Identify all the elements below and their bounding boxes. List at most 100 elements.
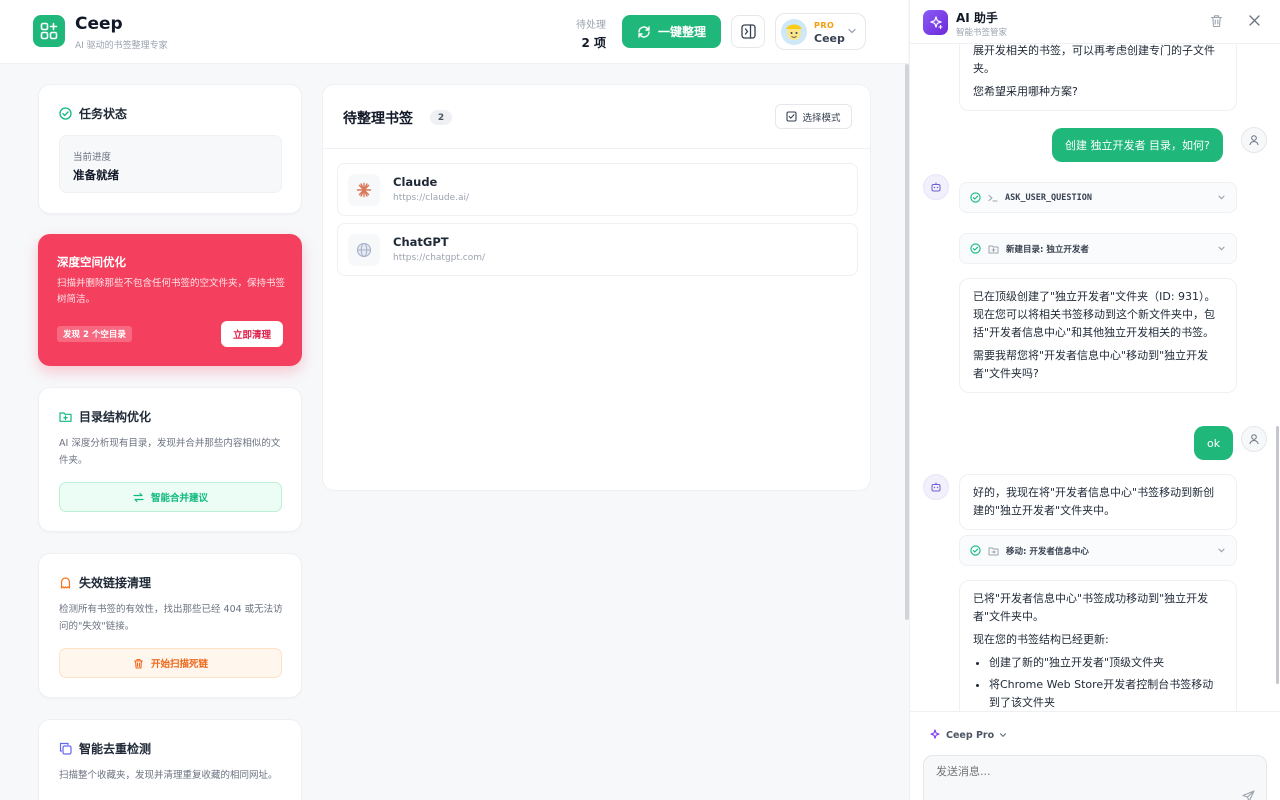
bot-avatar [923, 174, 949, 200]
pending-bookmarks-panel: 待整理书签 2 选择模式 Claude https://claude.ai/ C… [322, 84, 871, 491]
app-name: Ceep [75, 14, 123, 34]
check-circle-icon [970, 545, 981, 556]
globe-favicon [348, 234, 380, 266]
check-circle-icon [59, 107, 72, 120]
model-selector[interactable]: Ceep Pro [929, 729, 1007, 741]
pro-badge: PRO [814, 21, 835, 30]
user-avatar [1241, 426, 1267, 452]
pending-label: 待处理 [576, 20, 606, 31]
dedupe-desc: 扫描整个收藏夹，发现并清理重复收藏的相同网址。 [59, 770, 278, 781]
profile-avatar [781, 19, 807, 45]
user-avatar [1241, 127, 1267, 153]
select-mode-button[interactable]: 选择模式 [775, 104, 852, 129]
assistant-message: 已在顶级创建了"独立开发者"文件夹（ID: 931）。现在您可以将相关书签移动到… [959, 278, 1237, 393]
chat-title: AI 助手 [956, 11, 998, 25]
dedupe-card: 智能去重检测 扫描整个收藏夹，发现并清理重复收藏的相同网址。 [38, 719, 302, 800]
bookmark-item[interactable]: ChatGPT https://chatgpt.com/ [337, 223, 858, 276]
app-logo [33, 15, 65, 47]
globe-icon [356, 242, 372, 258]
bookmark-item[interactable]: Claude https://claude.ai/ [337, 163, 858, 216]
toggle-sidebar-button[interactable] [731, 15, 765, 48]
user-message: ok [1194, 426, 1234, 460]
chat-messages: 展开发相关的书签，可以再考虑创建专门的子文件夹。 您希望采用哪种方案? 创建 独… [910, 44, 1280, 711]
terminal-icon [988, 194, 998, 202]
avatar-face-icon [786, 24, 802, 40]
clean-now-button[interactable]: 立即清理 [221, 321, 283, 347]
bot-avatar [923, 474, 949, 500]
bookmark-url: https://chatgpt.com/ [393, 253, 486, 263]
organize-button[interactable]: 一键整理 [622, 15, 721, 48]
scan-dead-links-button[interactable]: 开始扫描死链 [59, 648, 282, 678]
structure-title: 目录结构优化 [59, 408, 151, 425]
chevron-down-icon [1218, 246, 1225, 251]
chat-subtitle: 智能书签管家 [956, 28, 1008, 38]
merge-suggest-button[interactable]: 智能合并建议 [59, 482, 282, 512]
pending-bookmarks-title: 待整理书签 [343, 111, 413, 127]
assistant-message: 好的，我现在将"开发者信息中心"书签移动到新创建的"独立开发者"文件夹中。 [959, 474, 1237, 530]
trash-icon[interactable] [1210, 14, 1223, 28]
refresh-icon [638, 25, 650, 38]
grid-plus-icon [40, 22, 58, 40]
ai-logo [923, 10, 948, 35]
tool-call-create-folder[interactable]: 新建目录: 独立开发者 [959, 233, 1237, 264]
progress-label: 当前进度 [73, 152, 112, 163]
chevron-down-icon [1218, 548, 1225, 553]
chat-footer: Ceep Pro [910, 711, 1280, 800]
chevron-down-icon [1000, 733, 1007, 738]
claude-starburst-icon [356, 182, 372, 198]
message-input[interactable] [936, 765, 1236, 778]
pending-summary: 待处理 2 项 [560, 16, 606, 51]
copy-icon [59, 742, 72, 755]
folder-plus-icon [988, 245, 999, 253]
app-subtitle: AI 驱动的书签整理专家 [75, 41, 168, 51]
profile-name: Ceep [814, 32, 845, 45]
check-circle-icon [970, 192, 981, 203]
structure-desc: AI 深度分析现有目录，发现并合并那些内容相似的文件夹。 [59, 438, 281, 466]
profile-menu[interactable]: PRO Ceep [775, 13, 866, 50]
progress-box: 当前进度 准备就绪 [59, 135, 282, 193]
ghost-icon [60, 577, 71, 589]
robot-icon [931, 482, 941, 492]
sparkles-icon [930, 729, 940, 739]
trash-icon [133, 658, 144, 669]
dedupe-title: 智能去重检测 [59, 740, 151, 757]
tool-call-move-bookmark[interactable]: 移动: 开发者信息中心 [959, 535, 1237, 566]
bookmark-name: Claude [393, 175, 438, 189]
chat-scrollbar[interactable] [1276, 426, 1279, 684]
user-message: 创建 独立开发者 目录，如何? [1052, 128, 1223, 162]
folder-plus-icon [59, 412, 72, 422]
progress-value: 准备就绪 [73, 168, 119, 182]
pending-bookmarks-header: 待整理书签 2 选择模式 [323, 85, 870, 149]
chevron-down-icon [848, 28, 856, 34]
assistant-message: 展开发相关的书签，可以再考虑创建专门的子文件夹。 您希望采用哪种方案? [959, 44, 1237, 111]
assistant-message: 已将"开发者信息中心"书签成功移动到"独立开发者"文件夹中。 现在您的书签结构已… [959, 580, 1237, 711]
close-icon[interactable] [1248, 14, 1261, 27]
user-icon [1249, 434, 1259, 445]
tool-call-ask-user[interactable]: ASK_USER_QUESTION [959, 182, 1237, 213]
deep-clean-card: 深度空间优化 扫描并删除那些不包含任何书签的空文件夹，保持书签树简洁。 发现 2… [38, 234, 302, 366]
empty-folder-badge: 发现 2 个空目录 [57, 326, 132, 342]
check-circle-icon [970, 243, 981, 254]
bookmark-url: https://claude.ai/ [393, 193, 470, 203]
pending-bookmarks-count: 2 [430, 110, 452, 125]
dead-links-desc: 检测所有书签的有效性，找出那些已经 404 或无法访问的"失效"链接。 [59, 604, 283, 632]
chevron-down-icon [1218, 195, 1225, 200]
robot-icon [931, 182, 941, 192]
bookmark-name: ChatGPT [393, 235, 449, 249]
dead-links-card: 失效链接清理 检测所有书签的有效性，找出那些已经 404 或无法访问的"失效"链… [38, 553, 302, 698]
ai-assistant-panel: AI 助手 智能书签管家 展开发相关的书签，可以再考虑创建专门的子文件夹。 您希… [909, 0, 1280, 800]
task-status-card: 任务状态 当前进度 准备就绪 [38, 84, 302, 214]
pending-count: 2 项 [581, 36, 606, 50]
deep-clean-title: 深度空间优化 [57, 255, 126, 269]
top-header: Ceep AI 驱动的书签整理专家 待处理 2 项 一键整理 PRO Ceep [0, 0, 908, 64]
checkbox-icon [786, 111, 798, 122]
folder-move-icon [988, 547, 999, 555]
organize-button-label: 一键整理 [657, 25, 706, 39]
structure-card: 目录结构优化 AI 深度分析现有目录，发现并合并那些内容相似的文件夹。 智能合并… [38, 387, 302, 532]
swap-arrows-icon [133, 492, 144, 502]
user-icon [1249, 135, 1259, 146]
message-input-box[interactable] [923, 755, 1267, 800]
sparkles-icon [929, 15, 943, 29]
send-icon[interactable] [1242, 790, 1255, 800]
chat-header: AI 助手 智能书签管家 [910, 0, 1280, 44]
